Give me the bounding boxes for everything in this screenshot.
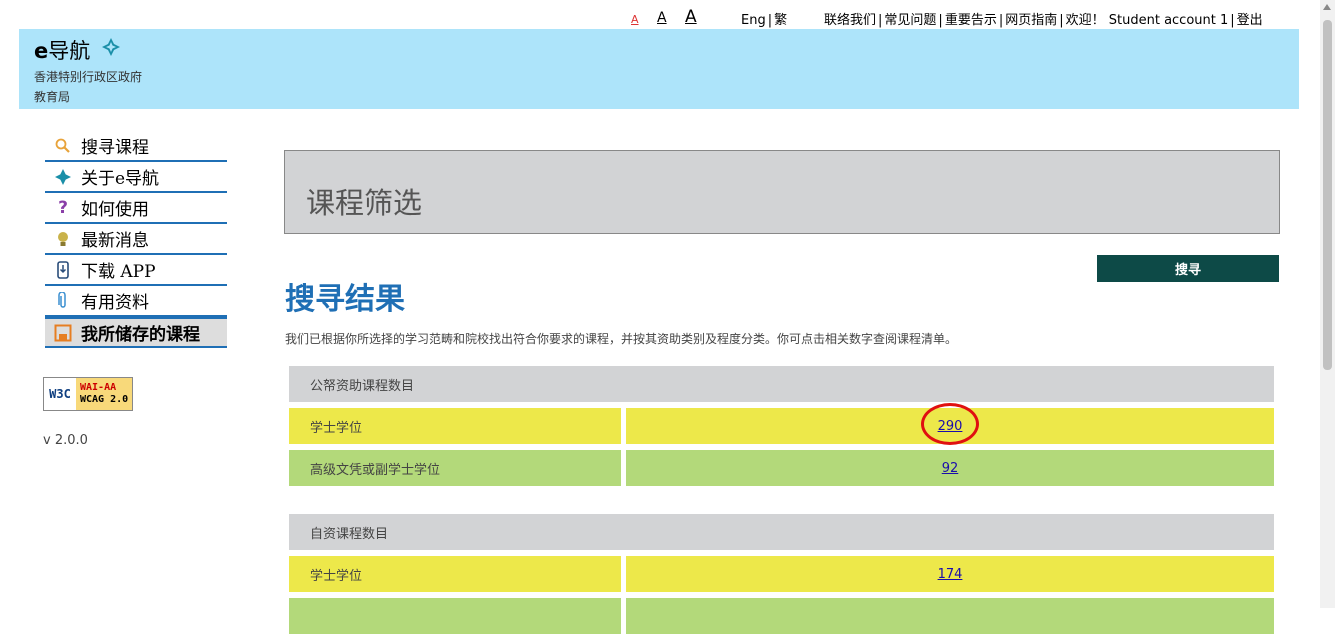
sidebar-item-label: 关于e导航 [81,169,160,189]
top-utility-bar: A A A Eng | 繁 联络我们 | 常见问题 | 重要告示 | 网页指南 | 欢迎！ Stud… [0,6,1300,28]
results-description: 我们已根据你所选择的学习范畴和院校找出符合你要求的课程，并按其资助类别及程度分类… [285,332,958,346]
wcag-version: WCAG 2.0 [80,394,129,405]
bureau-name: 教育局 [34,90,71,104]
row-label: 学士学位 [289,408,621,444]
paperclip-icon [45,291,81,310]
table-row: 学士学位 290 [289,408,1274,444]
filter-title: 课程筛选 [306,186,423,220]
course-count-link[interactable]: 174 [938,567,963,582]
sidebar-item-label: 下载 APP [81,262,156,282]
important-notice-link[interactable]: 重要告示 [945,13,997,28]
separator: | [998,13,1004,28]
scroll-up-arrow-icon[interactable] [1323,4,1331,10]
results-title: 搜寻结果 [285,282,405,317]
wcag-level: WAI-AA [80,382,117,393]
logout-link[interactable]: 登出 [1237,13,1263,28]
lang-trad-link[interactable]: 繁 [774,13,787,28]
sidebar-item-how-to-use[interactable]: ? 如何使用 [45,193,227,224]
table-row: 学士学位 174 [289,556,1274,592]
separator: | [938,13,943,28]
logo-star-icon [102,37,120,61]
self-financed-heading: 自资课程数目 [289,514,1274,550]
sidebar-item-label: 最新消息 [81,231,149,251]
public-funded-heading: 公帑资助课程数目 [289,366,1274,402]
sidebar-item-download-app[interactable]: 下载 APP [45,255,227,286]
w3c-logo: W3C [44,378,76,410]
table-row [289,598,1274,634]
app-version: v 2.0.0 [43,433,88,448]
site-header: e导航 香港特别行政区政府 教育局 [19,29,1299,109]
logo-star-icon [45,168,81,185]
sidebar-nav: 搜寻课程 关于e导航 ? 如何使用 最新消息 下载 APP 有用资料 我所储存的… [45,131,227,348]
question-icon: ? [58,197,68,218]
row-label: 学士学位 [289,556,621,592]
sidebar-item-useful-info[interactable]: 有用资料 [45,286,227,317]
wcag-text: WAI-AA WCAG 2.0 [76,378,132,410]
lang-eng-link[interactable]: Eng [741,13,766,28]
separator: | [767,13,773,28]
font-size-small-link[interactable]: A [631,13,639,26]
logo-e: e [34,39,49,63]
scrollbar-thumb[interactable] [1323,20,1332,370]
table-row: 高级文凭或副学士学位 92 [289,450,1274,486]
utility-links: 联络我们 | 常见问题 | 重要告示 | 网页指南 | 欢迎！ Student account … [824,9,1263,28]
welcome-user-link[interactable]: 欢迎！ Student account 1 [1066,13,1229,28]
row-label [289,598,621,634]
sidebar-item-label: 如何使用 [81,200,149,220]
font-size-medium-link[interactable]: A [657,10,667,26]
gov-name: 香港特别行政区政府 [34,70,143,84]
separator: | [1230,13,1235,28]
course-filter-panel: 课程筛选 [284,150,1280,234]
language-switcher: Eng | 繁 [741,9,787,28]
sidebar-item-label: 我所储存的课程 [81,325,200,345]
sidebar-item-news[interactable]: 最新消息 [45,224,227,255]
search-button[interactable]: 搜寻 [1097,255,1279,282]
sidebar-item-label: 搜寻课程 [81,138,149,158]
vertical-scrollbar[interactable] [1320,0,1335,608]
save-icon [45,324,81,342]
site-guide-link[interactable]: 网页指南 [1005,13,1057,28]
wcag-badge[interactable]: W3C WAI-AA WCAG 2.0 [43,377,133,411]
lightbulb-icon [45,231,81,247]
highlight-circle [921,403,979,445]
logo-text: 导航 [48,39,91,63]
sidebar-item-about[interactable]: 关于e导航 [45,162,227,193]
row-label: 高级文凭或副学士学位 [289,450,621,486]
phone-download-icon [45,260,81,279]
sidebar-item-search[interactable]: 搜寻课程 [45,131,227,162]
contact-us-link[interactable]: 联络我们 [824,13,876,28]
sidebar-item-saved-courses[interactable]: 我所储存的课程 [45,317,227,348]
search-icon [45,138,81,154]
course-count-link[interactable]: 92 [942,461,959,476]
font-size-large-link[interactable]: A [685,7,697,27]
sidebar-item-label: 有用资料 [81,293,149,313]
site-logo[interactable]: e导航 [34,35,120,65]
faq-link[interactable]: 常见问题 [884,13,936,28]
separator: | [1059,13,1064,28]
